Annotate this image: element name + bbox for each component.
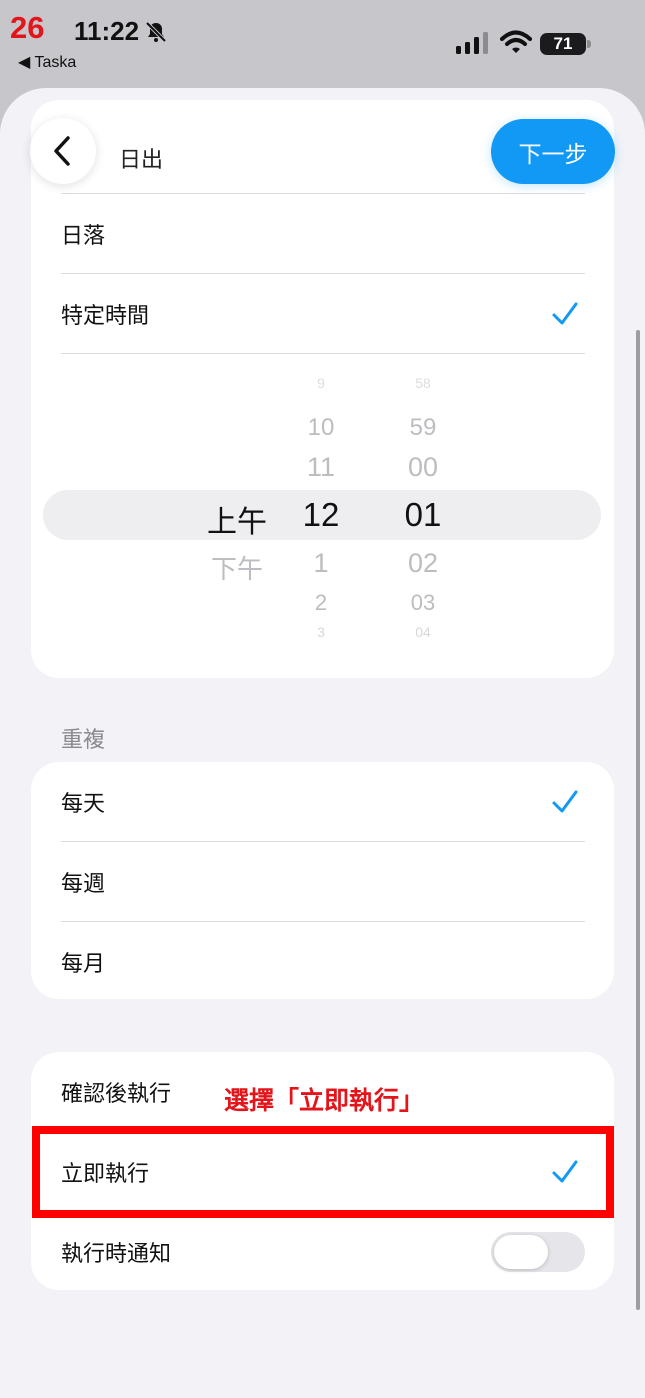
wifi-icon — [500, 30, 532, 53]
annotation-text: 選擇「立即執行」 — [224, 1086, 425, 1115]
annotation-highlight-box — [32, 1126, 614, 1218]
battery-icon: 71 — [540, 30, 592, 56]
picker-minute[interactable]: 04 — [395, 624, 451, 640]
repeat-row-weekly[interactable]: 每週 — [61, 842, 585, 922]
picker-period[interactable]: 下午 — [197, 549, 277, 586]
status-badge-number: 26 — [10, 10, 45, 45]
repeat-card: 每天 每週 每月 — [31, 762, 614, 999]
picker-minute[interactable]: 02 — [395, 548, 451, 579]
execution-label: 確認後執行 — [61, 1082, 172, 1107]
back-to-app-link[interactable]: ◀ Taska — [18, 52, 76, 72]
picker-minute[interactable]: 58 — [395, 375, 451, 391]
picker-minute[interactable]: 03 — [395, 590, 451, 616]
time-picker[interactable]: 9 10 11 12 1 2 3 58 59 00 01 02 03 04 上午… — [31, 372, 614, 672]
toggle-knob — [494, 1235, 548, 1269]
repeat-label: 每月 — [61, 952, 106, 977]
repeat-label: 每天 — [61, 791, 106, 817]
picker-hour[interactable]: 1 — [293, 548, 349, 579]
picker-minute-selected[interactable]: 01 — [395, 496, 451, 534]
picker-period-selected[interactable]: 上午 — [197, 497, 277, 541]
repeat-label: 每週 — [61, 871, 106, 897]
back-button[interactable] — [30, 118, 96, 184]
bell-slash-icon — [145, 21, 167, 43]
repeat-row-daily[interactable]: 每天 — [61, 762, 585, 842]
checkmark-icon — [552, 790, 578, 813]
option-row-specific-time[interactable]: 特定時間 — [61, 274, 585, 354]
chevron-left-icon — [54, 136, 70, 166]
option-label: 特定時間 — [61, 303, 150, 329]
notify-label: 執行時通知 — [61, 1242, 172, 1267]
next-step-button[interactable]: 下一步 — [491, 119, 615, 184]
status-time: 11:22 — [74, 16, 140, 46]
option-label-clipped: 日出 — [119, 148, 164, 173]
picker-hour[interactable]: 10 — [293, 414, 349, 442]
repeat-row-monthly[interactable]: 每月 — [61, 922, 585, 1002]
battery-level: 71 — [540, 33, 586, 55]
option-row-sunset[interactable]: 日落 — [61, 194, 585, 274]
picker-minute[interactable]: 00 — [395, 452, 451, 483]
section-title-repeat: 重複 — [61, 728, 106, 753]
signal-icon — [456, 32, 488, 54]
notify-row: 執行時通知 — [61, 1212, 585, 1292]
picker-hour[interactable]: 9 — [293, 375, 349, 391]
checkmark-icon — [552, 302, 578, 325]
picker-hour-selected[interactable]: 12 — [293, 496, 349, 534]
notify-toggle[interactable] — [491, 1232, 585, 1272]
picker-minute[interactable]: 59 — [395, 414, 451, 442]
status-bar: 26 11:22 ◀ Taska 71 — [0, 0, 645, 80]
time-options-card: 日出 日落 特定時間 9 10 11 12 1 2 3 58 59 00 01 … — [31, 100, 614, 678]
picker-hour[interactable]: 3 — [293, 624, 349, 640]
picker-hour[interactable]: 11 — [293, 452, 349, 483]
picker-hour[interactable]: 2 — [293, 590, 349, 616]
option-label: 日落 — [61, 223, 106, 249]
scrollbar[interactable] — [636, 330, 640, 1310]
